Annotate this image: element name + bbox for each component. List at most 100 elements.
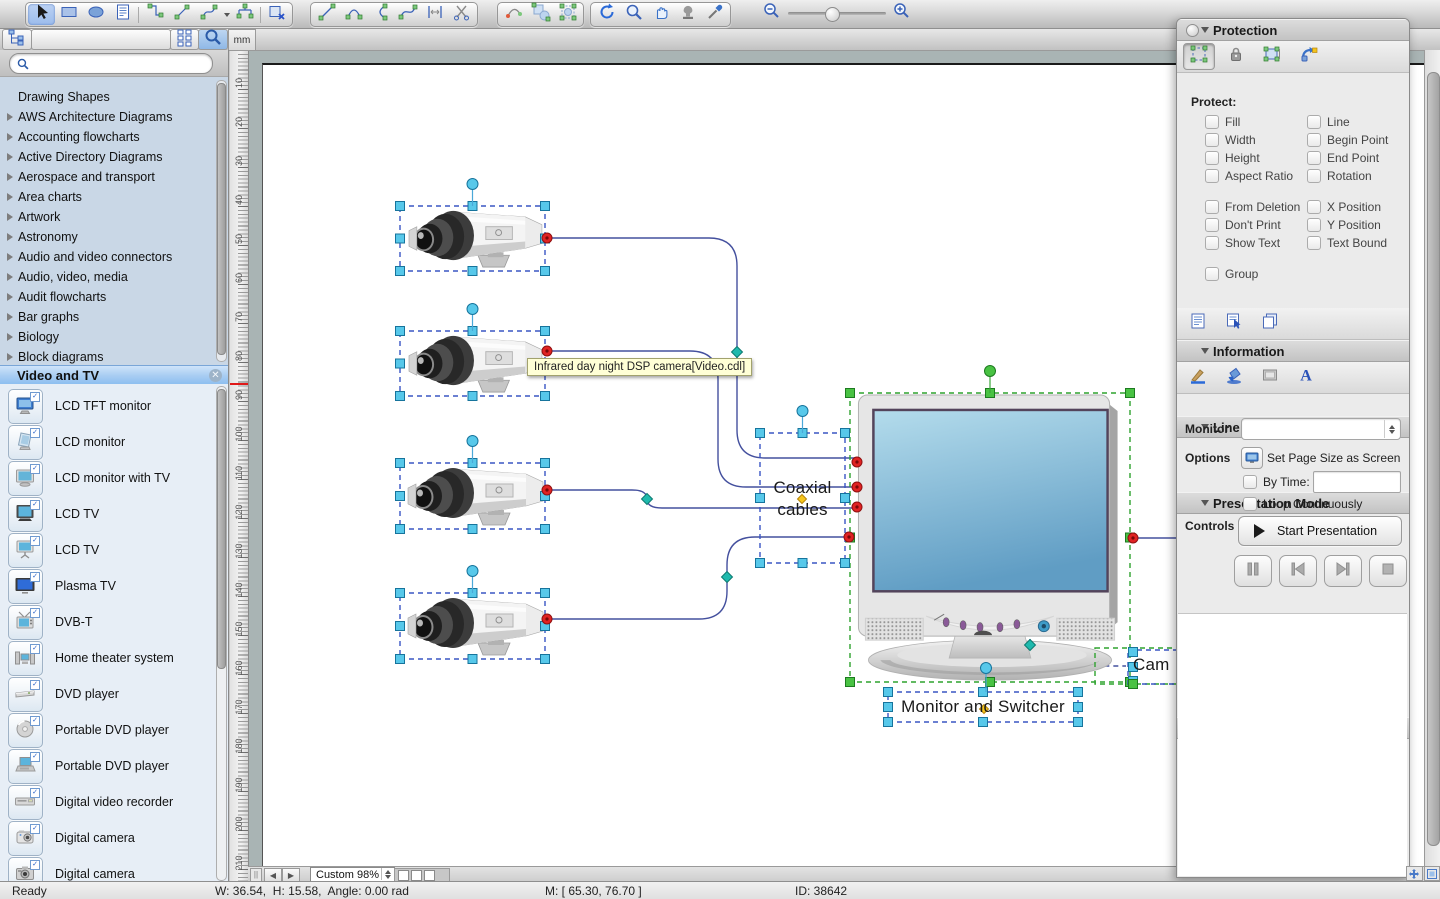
doc-lines-button[interactable]: [1183, 311, 1213, 336]
checkbox[interactable]: [1307, 200, 1321, 214]
delete-shape-button[interactable]: [263, 4, 290, 25]
connector-line-button[interactable]: [168, 4, 195, 25]
expand-triangle-icon[interactable]: [7, 313, 13, 321]
shape-checkbox[interactable]: ✓: [30, 680, 40, 690]
by-time-input[interactable]: [1313, 471, 1401, 493]
library-scrollbar-thumb[interactable]: [217, 83, 226, 355]
shape-checkbox[interactable]: ✓: [30, 752, 40, 762]
library-item[interactable]: Bar graphs: [0, 307, 228, 327]
checkbox[interactable]: [1307, 236, 1321, 250]
shape-checkbox[interactable]: ✓: [30, 788, 40, 798]
shape-list-scrollbar-thumb[interactable]: [217, 389, 226, 669]
shape-thumbnail-tft[interactable]: ✓: [8, 389, 43, 424]
expand-triangle-icon[interactable]: [7, 353, 13, 361]
doc-cursor-button[interactable]: [1219, 311, 1249, 336]
pan-mode-icon[interactable]: [1406, 866, 1423, 881]
zoom-slider-track[interactable]: [788, 12, 886, 15]
by-time-checkbox[interactable]: [1243, 475, 1257, 489]
shape-checkbox[interactable]: ✓: [30, 500, 40, 510]
library-item[interactable]: Artwork: [0, 207, 228, 227]
library-item[interactable]: Audit flowcharts: [0, 287, 228, 307]
shape-ellipse-button[interactable]: [82, 4, 109, 25]
shape-thumbnail-disc[interactable]: ✓: [8, 713, 43, 748]
close-section-icon[interactable]: ✕: [209, 369, 222, 382]
expand-triangle-icon[interactable]: [7, 133, 13, 141]
checkbox[interactable]: [1205, 200, 1219, 214]
doc-copies-button[interactable]: [1255, 311, 1285, 336]
expand-triangle-icon[interactable]: [7, 273, 13, 281]
shape-thumbnail-laptop[interactable]: ✓: [8, 749, 43, 784]
text-A-button[interactable]: A: [1291, 365, 1321, 390]
shape-checkbox[interactable]: ✓: [30, 716, 40, 726]
zoom-slider-thumb[interactable]: [825, 7, 840, 22]
expand-triangle-icon[interactable]: [7, 193, 13, 201]
library-search-input[interactable]: [9, 53, 213, 74]
expand-triangle-icon[interactable]: [7, 173, 13, 181]
canvas-vertical-scrollbar[interactable]: [1424, 50, 1440, 866]
shape-thumbnail-cam2[interactable]: ✓: [8, 857, 43, 881]
checkbox[interactable]: [1205, 151, 1219, 165]
shape-checkbox[interactable]: ✓: [30, 536, 40, 546]
tree-view-tab[interactable]: [2, 29, 32, 50]
library-scrollbar[interactable]: [216, 80, 227, 362]
expand-triangle-icon[interactable]: [7, 293, 13, 301]
skew-arrow-button[interactable]: [1293, 44, 1323, 69]
shape-checkbox[interactable]: ✓: [30, 644, 40, 654]
shape-thumbnail-cam[interactable]: ✓: [8, 821, 43, 856]
library-item[interactable]: Area charts: [0, 187, 228, 207]
pan-hand-button[interactable]: [647, 4, 674, 25]
shape-thumbnail-lcd[interactable]: ✓: [8, 425, 43, 460]
shape-thumbnail-dvbt[interactable]: ✓: [8, 605, 43, 640]
zoom-in-icon[interactable]: [892, 1, 912, 26]
pause-button[interactable]: [1234, 555, 1272, 587]
group-shapes-button[interactable]: [527, 4, 554, 25]
library-item[interactable]: Block diagrams: [0, 347, 228, 367]
library-item[interactable]: Accounting flowcharts: [0, 127, 228, 147]
canvas-vertical-scrollbar-thumb[interactable]: [1427, 72, 1440, 846]
shape-checkbox[interactable]: ✓: [30, 824, 40, 834]
dropdown-caret-icon[interactable]: [222, 4, 231, 25]
draw-bezier-button[interactable]: [394, 4, 421, 25]
library-item[interactable]: Active Directory Diagrams: [0, 147, 228, 167]
select-frame-button[interactable]: [1183, 43, 1215, 70]
shape-checkbox[interactable]: ✓: [30, 608, 40, 618]
zoom-out-icon[interactable]: [762, 1, 782, 26]
library-item[interactable]: Audio, video, media: [0, 267, 228, 287]
shape-thumbnail-home[interactable]: ✓: [8, 641, 43, 676]
library-item[interactable]: Drawing Shapes: [0, 87, 228, 107]
checkbox[interactable]: [1307, 169, 1321, 183]
page-tab[interactable]: [411, 870, 422, 881]
section-header-video-and-tv[interactable]: Video and TV ✕: [0, 365, 228, 386]
shape-list-scrollbar[interactable]: [216, 386, 227, 881]
expand-triangle-icon[interactable]: [7, 213, 13, 221]
draw-curve-button[interactable]: [367, 4, 394, 25]
expand-triangle-icon[interactable]: [7, 253, 13, 261]
set-page-size-button[interactable]: [1241, 447, 1263, 469]
library-item[interactable]: Biology: [0, 327, 228, 347]
ink-bucket-button[interactable]: [1219, 365, 1249, 390]
label-coaxial-cables[interactable]: Coaxialcables: [760, 477, 845, 521]
shape-checkbox[interactable]: ✓: [30, 464, 40, 474]
draw-line-button[interactable]: [313, 4, 340, 25]
checkbox[interactable]: [1307, 133, 1321, 147]
start-presentation-button[interactable]: Start Presentation: [1238, 516, 1402, 546]
zoom-tool-button[interactable]: [620, 4, 647, 25]
stop-button[interactable]: [1369, 555, 1407, 587]
grid-view-tab[interactable]: [170, 29, 199, 50]
protection-header[interactable]: Protection: [1177, 19, 1409, 41]
align-shapes-button[interactable]: [554, 4, 581, 25]
shape-thumbnail-lcdtv[interactable]: ✓: [8, 461, 43, 496]
fill-swatch-button[interactable]: [1255, 365, 1285, 390]
library-item[interactable]: AWS Architecture Diagrams: [0, 107, 228, 127]
shape-rect-button[interactable]: [55, 4, 82, 25]
text-block-button[interactable]: [109, 4, 136, 25]
connector-tree-button[interactable]: [231, 4, 258, 25]
shape-thumbnail-tv2[interactable]: ✓: [8, 533, 43, 568]
scissors-button[interactable]: [448, 4, 475, 25]
distribute-button[interactable]: [421, 4, 448, 25]
expand-triangle-icon[interactable]: [7, 113, 13, 121]
checkbox[interactable]: [1307, 151, 1321, 165]
library-title-area[interactable]: [31, 29, 171, 50]
shape-checkbox[interactable]: ✓: [30, 428, 40, 438]
expand-triangle-icon[interactable]: [7, 233, 13, 241]
